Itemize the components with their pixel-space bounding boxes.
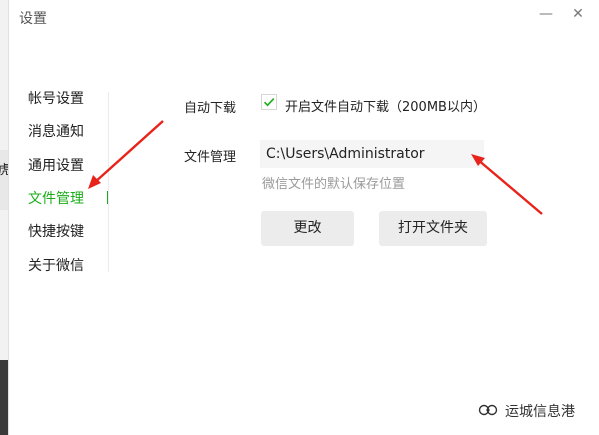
arrow-to-file-management	[88, 120, 164, 189]
screenshot-stage: 虎 设置 — ✕ 帐号设置 消息通知 通用设置 文件管理 快捷按键 关于微信 自…	[0, 0, 599, 435]
wechat-channel-icon	[478, 404, 498, 416]
watermark-text: 运城信息港	[505, 404, 575, 420]
annotation-arrows	[88, 120, 543, 215]
settings-window: 设置 — ✕ 帐号设置 消息通知 通用设置 文件管理 快捷按键 关于微信 自动下…	[8, 0, 599, 435]
arrow-to-save-path	[471, 154, 543, 215]
